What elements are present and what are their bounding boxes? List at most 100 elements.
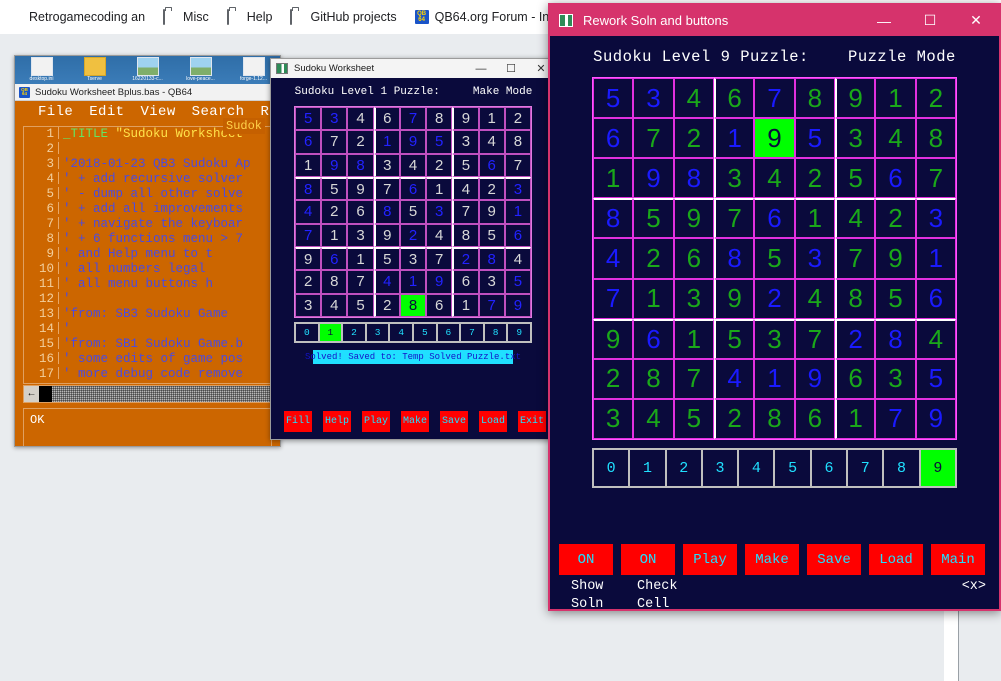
sudoku-cell[interactable]: 9 [633, 158, 674, 199]
number-key-4[interactable]: 4 [738, 449, 775, 487]
sudoku-cell[interactable]: 7 [478, 293, 505, 317]
sudoku-cell-selected[interactable]: 9 [754, 118, 795, 159]
sudoku-cell[interactable]: 1 [593, 158, 634, 199]
sudoku-cell[interactable]: 1 [713, 118, 755, 159]
sudoku-cell[interactable]: 8 [673, 158, 714, 199]
maximize-button[interactable]: ☐ [907, 5, 953, 36]
sudoku-cell[interactable]: 3 [633, 78, 674, 119]
sudoku-cell[interactable]: 3 [794, 238, 835, 279]
sudoku-cell[interactable]: 4 [321, 293, 348, 317]
worksheet-button-row[interactable]: Fill Help Play Make Save Load Exit [284, 411, 546, 432]
sudoku-cell[interactable]: 2 [915, 78, 956, 119]
sudoku-cell[interactable]: 6 [347, 200, 374, 224]
sudoku-cell[interactable]: 9 [347, 177, 374, 201]
sudoku-cell[interactable]: 2 [321, 200, 348, 224]
sudoku-cell[interactable]: 6 [295, 130, 322, 154]
button-on-0[interactable]: ON [559, 544, 613, 575]
sudoku-cell[interactable]: 7 [399, 107, 427, 131]
sudoku-cell[interactable]: 6 [426, 293, 453, 317]
sudoku-cell[interactable]: 7 [321, 130, 348, 154]
sudoku-cell[interactable]: 1 [875, 78, 916, 119]
button-play-2[interactable]: Play [683, 544, 737, 575]
sudoku-cell[interactable]: 5 [426, 130, 453, 154]
number-key-1[interactable]: 1 [318, 323, 343, 342]
sudoku-cell[interactable]: 8 [347, 153, 374, 177]
bookmark-item-2[interactable]: Help [218, 0, 282, 34]
sudoku-cell[interactable]: 2 [633, 238, 674, 279]
number-key-5[interactable]: 5 [413, 323, 437, 342]
sudoku-cell[interactable]: 5 [633, 198, 674, 239]
ide-menu-item-file[interactable]: File [38, 104, 73, 120]
sudoku-cell[interactable]: 7 [754, 78, 795, 119]
sudoku-cell[interactable]: 9 [504, 293, 531, 317]
sudoku-cell[interactable]: 5 [347, 293, 374, 317]
bookmark-item-3[interactable]: GitHub projects [281, 0, 405, 34]
sudoku-cell[interactable]: 7 [673, 358, 714, 399]
sudoku-cell[interactable]: 8 [875, 318, 916, 359]
sudoku-cell[interactable]: 2 [834, 318, 876, 359]
sudoku-cell[interactable]: 7 [452, 200, 479, 224]
button-make-3[interactable]: Make [745, 544, 799, 575]
sudoku-cell[interactable]: 7 [347, 270, 374, 294]
number-key-4[interactable]: 4 [389, 323, 413, 342]
number-key-6[interactable]: 6 [810, 449, 848, 487]
sudoku-cell[interactable]: 8 [295, 177, 322, 201]
button-on-1[interactable]: ON [621, 544, 675, 575]
sudoku-cell[interactable]: 4 [834, 198, 876, 239]
sudoku-cell[interactable]: 8 [478, 247, 505, 271]
sudoku-cell[interactable]: 4 [504, 247, 531, 271]
sudoku-cell[interactable]: 7 [713, 198, 755, 239]
sudoku-cell[interactable]: 5 [504, 270, 531, 294]
sudoku-cell[interactable]: 4 [373, 270, 400, 294]
sudoku-cell[interactable]: 3 [347, 223, 374, 247]
button-fill-0[interactable]: Fill [284, 411, 312, 432]
sudoku-cell[interactable]: 5 [834, 158, 876, 199]
sudoku-cell[interactable]: 9 [478, 200, 505, 224]
sudoku-cell[interactable]: 8 [426, 107, 453, 131]
sudoku-cell[interactable]: 8 [321, 270, 348, 294]
sudoku-cell[interactable]: 3 [373, 153, 400, 177]
bookmark-item-0[interactable]: Retrogamecoding an [0, 0, 154, 34]
sudoku-cell[interactable]: 1 [504, 200, 531, 224]
sudoku-cell-selected[interactable]: 8 [399, 293, 427, 317]
number-key-3[interactable]: 3 [365, 323, 390, 342]
sudoku-cell[interactable]: 3 [915, 198, 956, 239]
sudoku-cell[interactable]: 5 [373, 247, 400, 271]
sudoku-cell[interactable]: 8 [754, 398, 795, 439]
number-key-8[interactable]: 8 [883, 449, 920, 487]
sudoku-cell[interactable]: 5 [915, 358, 956, 399]
sudoku-cell[interactable]: 4 [399, 153, 427, 177]
sudoku-cell[interactable]: 5 [754, 238, 795, 279]
sudoku-cell[interactable]: 9 [834, 78, 876, 119]
sudoku-cell[interactable]: 4 [673, 78, 714, 119]
sudoku-cell[interactable]: 4 [875, 118, 916, 159]
sudoku-cell[interactable]: 1 [915, 238, 956, 279]
sudoku-cell[interactable]: 4 [794, 278, 835, 319]
sudoku-cell[interactable]: 2 [593, 358, 634, 399]
sudoku-cell[interactable]: 5 [673, 398, 714, 439]
sudoku-cell[interactable]: 6 [875, 158, 916, 199]
sudoku-cell[interactable]: 9 [794, 358, 835, 399]
sudoku-cell[interactable]: 7 [794, 318, 835, 359]
number-key-7[interactable]: 7 [847, 449, 884, 487]
sudoku-cell[interactable]: 2 [426, 153, 453, 177]
sudoku-cell[interactable]: 3 [452, 130, 479, 154]
sudoku-cell[interactable]: 9 [295, 247, 322, 271]
sudoku-cell[interactable]: 2 [452, 247, 479, 271]
sudoku-cell[interactable]: 6 [321, 247, 348, 271]
sudoku-cell[interactable]: 4 [593, 238, 634, 279]
sudoku-cell[interactable]: 6 [593, 118, 634, 159]
ide-code-editor[interactable]: 1 _TITLE "Sudoku Worksheet" 2 3'2018-01-23 … [23, 126, 272, 384]
sudoku-cell[interactable]: 6 [713, 78, 755, 119]
sudoku-cell[interactable]: 8 [915, 118, 956, 159]
sudoku-cell[interactable]: 1 [794, 198, 835, 239]
sudoku-cell[interactable]: 1 [426, 177, 453, 201]
qb64-ide-window[interactable]: desktop.ini Tserve 16220133-c... love-peace… [14, 55, 281, 447]
sudoku-cell[interactable]: 6 [633, 318, 674, 359]
number-key-9[interactable]: 9 [507, 323, 531, 342]
sudoku-cell[interactable]: 2 [754, 278, 795, 319]
sudoku-cell[interactable]: 3 [713, 158, 755, 199]
minimize-button[interactable]: — [466, 59, 496, 78]
sudoku-cell[interactable]: 1 [347, 247, 374, 271]
button-save-4[interactable]: Save [807, 544, 861, 575]
